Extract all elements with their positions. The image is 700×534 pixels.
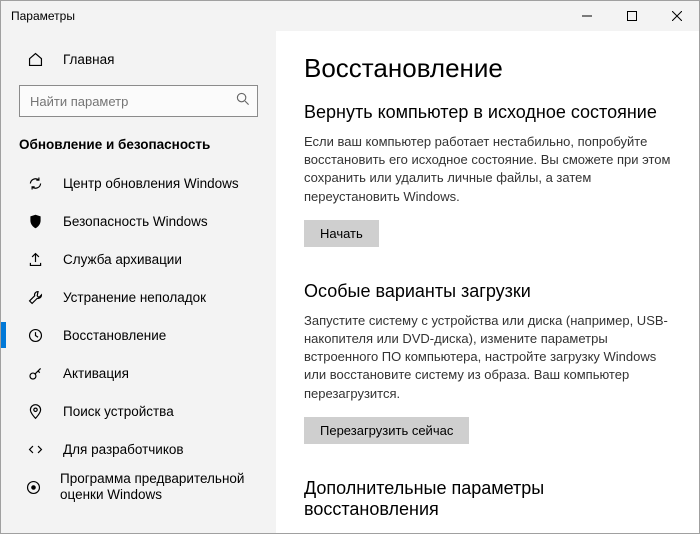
section-advanced-startup: Особые варианты загрузки Запустите систе… (304, 281, 671, 444)
sync-icon (25, 173, 45, 193)
search-wrap (19, 85, 258, 117)
sidebar-item-find-device[interactable]: Поиск устройства (1, 392, 276, 430)
recovery-icon (25, 325, 45, 345)
home-icon (25, 49, 45, 69)
sidebar-home[interactable]: Главная (1, 41, 276, 77)
sidebar-item-developers[interactable]: Для разработчиков (1, 430, 276, 468)
sidebar-item-label: Безопасность Windows (63, 214, 208, 229)
sidebar-item-security[interactable]: Безопасность Windows (1, 202, 276, 240)
more-heading: Дополнительные параметры восстановления (304, 478, 671, 520)
sidebar: Главная Обновление и безопасность Центр … (1, 31, 276, 533)
advanced-body: Запустите систему с устройства или диска… (304, 312, 671, 403)
close-button[interactable] (654, 1, 699, 31)
search-input[interactable] (19, 85, 258, 117)
backup-icon (25, 249, 45, 269)
sidebar-item-label: Восстановление (63, 328, 166, 343)
find-device-icon (25, 401, 45, 421)
insider-icon (25, 477, 42, 497)
advanced-heading: Особые варианты загрузки (304, 281, 671, 302)
titlebar: Параметры (1, 1, 699, 31)
sidebar-item-backup[interactable]: Служба архивации (1, 240, 276, 278)
reset-heading: Вернуть компьютер в исходное состояние (304, 102, 671, 123)
sidebar-home-label: Главная (63, 52, 114, 67)
maximize-icon (627, 11, 637, 21)
sidebar-item-troubleshoot[interactable]: Устранение неполадок (1, 278, 276, 316)
sidebar-item-label: Активация (63, 366, 129, 381)
sidebar-item-label: Поиск устройства (63, 404, 174, 419)
close-icon (672, 11, 682, 21)
sidebar-item-label: Для разработчиков (63, 442, 184, 457)
sidebar-item-label: Программа предварительной оценки Windows (60, 471, 258, 502)
minimize-button[interactable] (564, 1, 609, 31)
dev-icon (25, 439, 45, 459)
reset-body: Если ваш компьютер работает нестабильно,… (304, 133, 671, 206)
sidebar-item-activation[interactable]: Активация (1, 354, 276, 392)
sidebar-section-header: Обновление и безопасность (1, 131, 276, 164)
window-title: Параметры (11, 9, 564, 23)
content: Восстановление Вернуть компьютер в исход… (276, 31, 699, 533)
sidebar-item-windows-update[interactable]: Центр обновления Windows (1, 164, 276, 202)
maximize-button[interactable] (609, 1, 654, 31)
settings-window: Параметры Главная (0, 0, 700, 534)
section-reset: Вернуть компьютер в исходное состояние Е… (304, 102, 671, 247)
section-more-recovery: Дополнительные параметры восстановления (304, 478, 671, 520)
restart-now-button[interactable]: Перезагрузить сейчас (304, 417, 469, 444)
sidebar-item-label: Служба архивации (63, 252, 182, 267)
sidebar-item-insider[interactable]: Программа предварительной оценки Windows (1, 468, 276, 506)
sidebar-item-recovery[interactable]: Восстановление (1, 316, 276, 354)
minimize-icon (582, 11, 592, 21)
reset-start-button[interactable]: Начать (304, 220, 379, 247)
shield-icon (25, 211, 45, 231)
sidebar-item-label: Устранение неполадок (63, 290, 206, 305)
window-controls (564, 1, 699, 31)
page-title: Восстановление (304, 53, 671, 84)
key-icon (25, 363, 45, 383)
wrench-icon (25, 287, 45, 307)
sidebar-item-label: Центр обновления Windows (63, 176, 239, 191)
